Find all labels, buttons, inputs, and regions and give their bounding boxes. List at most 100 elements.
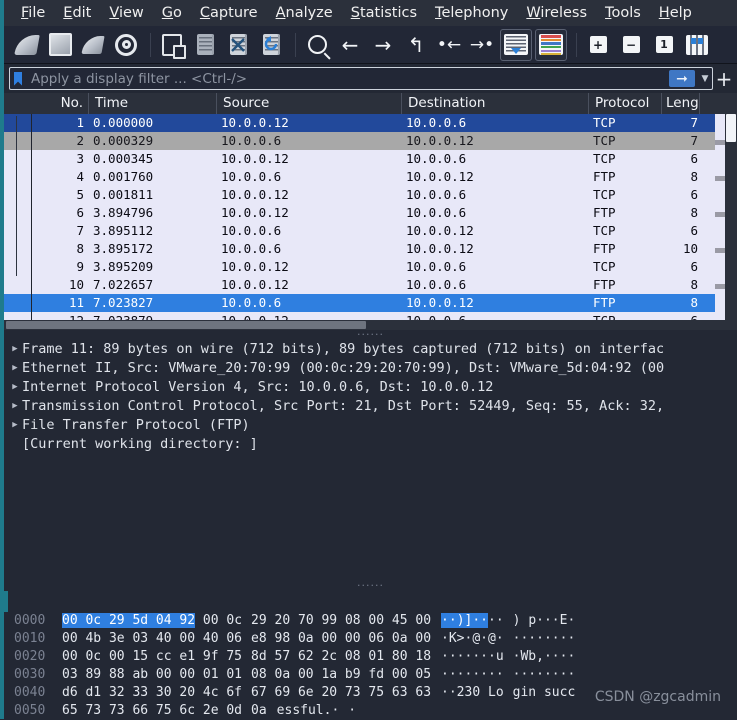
- menu-item-help[interactable]: Help: [650, 3, 701, 23]
- expand-triangle-icon[interactable]: ▶: [8, 416, 22, 435]
- detail-tree-item[interactable]: ▶ Frame 11: 89 bytes on wire (712 bits), …: [4, 340, 737, 359]
- go-back-icon[interactable]: ←: [335, 30, 365, 60]
- menu-item-edit[interactable]: Edit: [54, 3, 100, 23]
- splitter-details-bytes[interactable]: ······: [4, 580, 737, 591]
- table-row[interactable]: 11 7.023827 10.0.0.6 10.0.0.12 FTP 8: [4, 294, 737, 312]
- column-header-destination[interactable]: Destination: [402, 93, 589, 114]
- reload-file-icon[interactable]: [256, 30, 286, 60]
- expand-triangle-icon[interactable]: ▶: [8, 340, 22, 359]
- detail-tree-label: Transmission Control Protocol, Src Port:…: [22, 398, 665, 414]
- ascii-bytes: essful.· ·: [276, 703, 357, 718]
- zoom-out-icon[interactable]: −: [616, 30, 646, 60]
- hex-dump-row[interactable]: 0040 d6 d1 32 33 30 20 4c 6f 67 69 6e 20 7…: [4, 684, 737, 702]
- packet-list-vertical-scrollbar[interactable]: [725, 114, 737, 320]
- bookmark-icon[interactable]: [10, 71, 26, 86]
- table-row[interactable]: 9 3.895209 10.0.0.12 10.0.0.6 TCP 6: [4, 258, 737, 276]
- hex-dump-rows[interactable]: 0000 00 0c 29 5d 04 92 00 0c 29 20 70 99 0…: [4, 612, 737, 720]
- apply-filter-arrow-icon[interactable]: ➞: [669, 70, 695, 87]
- table-row[interactable]: 1 0.000000 10.0.0.12 10.0.0.6 TCP 7: [4, 114, 737, 132]
- table-row[interactable]: 10 7.022657 10.0.0.12 10.0.0.6 FTP 8: [4, 276, 737, 294]
- add-filter-button[interactable]: +: [713, 69, 735, 89]
- detail-tree-item[interactable]: ▶ Transmission Control Protocol, Src Port…: [4, 397, 737, 416]
- menu-item-telephony[interactable]: Telephony: [426, 3, 517, 23]
- hex-dump-row[interactable]: 0000 00 0c 29 5d 04 92 00 0c 29 20 70 99 0…: [4, 612, 737, 630]
- close-file-icon[interactable]: [223, 30, 253, 60]
- detail-tree-item[interactable]: [Current working directory: ]: [4, 435, 737, 454]
- detail-tree-item[interactable]: ▶ Ethernet II, Src: VMware_20:70:99 (00:0…: [4, 359, 737, 378]
- table-row[interactable]: 4 0.001760 10.0.0.6 10.0.0.12 FTP 8: [4, 168, 737, 186]
- splitter-list-details[interactable]: ······: [4, 329, 737, 340]
- table-row[interactable]: 6 3.894796 10.0.0.12 10.0.0.6 FTP 8: [4, 204, 737, 222]
- packet-no: 1: [76, 115, 84, 130]
- scrollbar-thumb[interactable]: [726, 114, 736, 142]
- packet-details-tree[interactable]: ▶ Frame 11: 89 bytes on wire (712 bits), …: [4, 340, 737, 454]
- table-row[interactable]: 8 3.895172 10.0.0.6 10.0.0.12 FTP 10: [4, 240, 737, 258]
- colorize-icon[interactable]: [535, 28, 567, 61]
- capture-options-icon[interactable]: [111, 30, 141, 60]
- find-packet-icon[interactable]: [302, 30, 332, 60]
- detail-tree-item[interactable]: ▶ Internet Protocol Version 4, Src: 10.0.…: [4, 378, 737, 397]
- menu-item-analyze[interactable]: Analyze: [267, 3, 342, 23]
- zoom-reset-icon[interactable]: 1: [649, 30, 679, 60]
- packet-no: 5: [76, 187, 84, 202]
- packet-length: 6: [690, 223, 698, 238]
- menu-item-view[interactable]: View: [100, 3, 152, 23]
- hex-offset: 0010: [14, 631, 46, 646]
- save-file-icon[interactable]: [190, 30, 220, 60]
- zoom-in-icon[interactable]: +: [583, 30, 613, 60]
- packet-bytes-pane[interactable]: 0000 00 0c 29 5d 04 92 00 0c 29 20 70 99 0…: [4, 612, 737, 719]
- table-row[interactable]: 3 0.000345 10.0.0.12 10.0.0.6 TCP 6: [4, 150, 737, 168]
- menu-item-statistics[interactable]: Statistics: [342, 3, 426, 23]
- column-header-protocol[interactable]: Protocol: [589, 93, 662, 114]
- stop-capture-icon[interactable]: [45, 30, 75, 60]
- column-header-no[interactable]: No.: [4, 93, 89, 114]
- table-row[interactable]: 7 3.895112 10.0.0.6 10.0.0.12 TCP 6: [4, 222, 737, 240]
- hex-dump-row[interactable]: 0010 00 4b 3e 03 40 00 40 06 e8 98 0a 00 0…: [4, 630, 737, 648]
- packet-list-rows[interactable]: 1 0.000000 10.0.0.12 10.0.0.6 TCP 7 2 0.000329 1…: [4, 114, 737, 330]
- intelligent-scrollbar[interactable]: [715, 114, 725, 325]
- packet-list-pane[interactable]: No. Time Source Destination Protocol Len…: [4, 93, 737, 330]
- packet-source: 10.0.0.6: [221, 295, 282, 310]
- resize-columns-icon[interactable]: [682, 30, 712, 60]
- chevron-down-icon[interactable]: ▼: [698, 74, 712, 84]
- packet-length: 7: [690, 115, 698, 130]
- wireshark-window: File Edit View Go Capture Analyze Statis…: [4, 0, 737, 719]
- open-file-icon[interactable]: [157, 30, 187, 60]
- hex-dump-row[interactable]: 0030 03 89 88 ab 00 00 01 01 08 0a 00 1a b…: [4, 666, 737, 684]
- column-header-length[interactable]: Length: [662, 93, 700, 114]
- packet-time: 0.001760: [93, 169, 154, 184]
- table-row[interactable]: 5 0.001811 10.0.0.12 10.0.0.6 TCP 6: [4, 186, 737, 204]
- colorize-bar: [541, 49, 561, 52]
- table-row[interactable]: 2 0.000329 10.0.0.6 10.0.0.12 TCP 7: [4, 132, 737, 150]
- column-header-time[interactable]: Time: [89, 93, 217, 114]
- start-capture-icon[interactable]: [12, 30, 42, 60]
- menu-item-file[interactable]: File: [12, 3, 54, 23]
- auto-scroll-icon[interactable]: [500, 28, 532, 61]
- packet-time: 0.000329: [93, 133, 154, 148]
- restart-capture-icon[interactable]: [78, 30, 108, 60]
- packet-protocol: TCP: [593, 133, 616, 148]
- expand-triangle-icon[interactable]: ▶: [8, 397, 22, 416]
- packet-source: 10.0.0.12: [221, 205, 289, 220]
- hex-dump-row[interactable]: 0050 65 73 73 66 75 6c 2e 0d 0a essful.· ·: [4, 702, 737, 720]
- expand-triangle-icon[interactable]: ▶: [8, 378, 22, 397]
- go-to-packet-icon[interactable]: ↰: [401, 30, 431, 60]
- go-to-last-packet-icon[interactable]: →•: [467, 30, 497, 60]
- scrollbar-thumb-horizontal[interactable]: [6, 321, 366, 329]
- column-header-source[interactable]: Source: [217, 93, 402, 114]
- hex-dump-row[interactable]: 0020 00 0c 00 15 cc e1 9f 75 8d 57 62 2c 0…: [4, 648, 737, 666]
- menu-item-wireless[interactable]: Wireless: [517, 3, 596, 23]
- packet-source: 10.0.0.12: [221, 259, 289, 274]
- menu-item-capture[interactable]: Capture: [191, 3, 267, 23]
- expand-triangle-icon[interactable]: ▶: [8, 359, 22, 378]
- ascii-selected-bytes: ··)]··: [441, 613, 489, 628]
- go-forward-icon[interactable]: →: [368, 30, 398, 60]
- menu-item-tools[interactable]: Tools: [596, 3, 650, 23]
- packet-details-pane[interactable]: ▶ Frame 11: 89 bytes on wire (712 bits), …: [4, 340, 737, 581]
- display-filter-input[interactable]: Apply a display filter ... <Ctrl-/> ➞ ▼: [9, 67, 713, 90]
- go-to-first-packet-icon[interactable]: •←: [434, 30, 464, 60]
- packet-list-horizontal-scrollbar[interactable]: [4, 320, 737, 330]
- menu-item-go[interactable]: Go: [153, 3, 191, 23]
- detail-tree-item[interactable]: ▶ File Transfer Protocol (FTP): [4, 416, 737, 435]
- packet-destination: 10.0.0.6: [406, 151, 467, 166]
